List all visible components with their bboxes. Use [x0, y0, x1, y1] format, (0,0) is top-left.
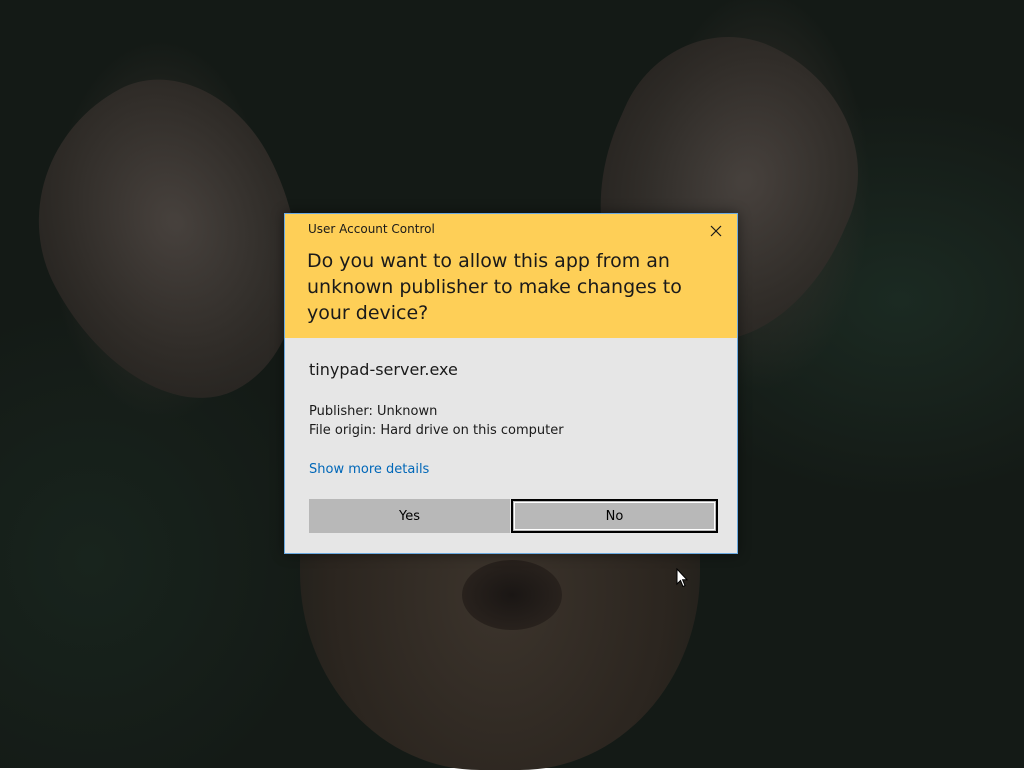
deer-nose [462, 560, 562, 630]
dialog-title: User Account Control [308, 222, 435, 236]
dialog-question: Do you want to allow this app from an un… [307, 250, 682, 324]
close-button[interactable] [704, 221, 728, 241]
uac-dialog: User Account Control Do you want to allo… [284, 213, 738, 554]
yes-button[interactable]: Yes [309, 499, 510, 533]
publisher-info: Publisher: Unknown [309, 404, 438, 419]
close-icon [710, 225, 722, 237]
dialog-header: User Account Control Do you want to allo… [285, 214, 737, 338]
mouse-cursor-icon [676, 568, 688, 588]
show-more-details-link[interactable]: Show more details [309, 462, 429, 477]
file-origin-info: File origin: Hard drive on this computer [309, 423, 564, 438]
no-button[interactable]: No [511, 499, 718, 533]
app-name: tinypad-server.exe [309, 360, 458, 379]
